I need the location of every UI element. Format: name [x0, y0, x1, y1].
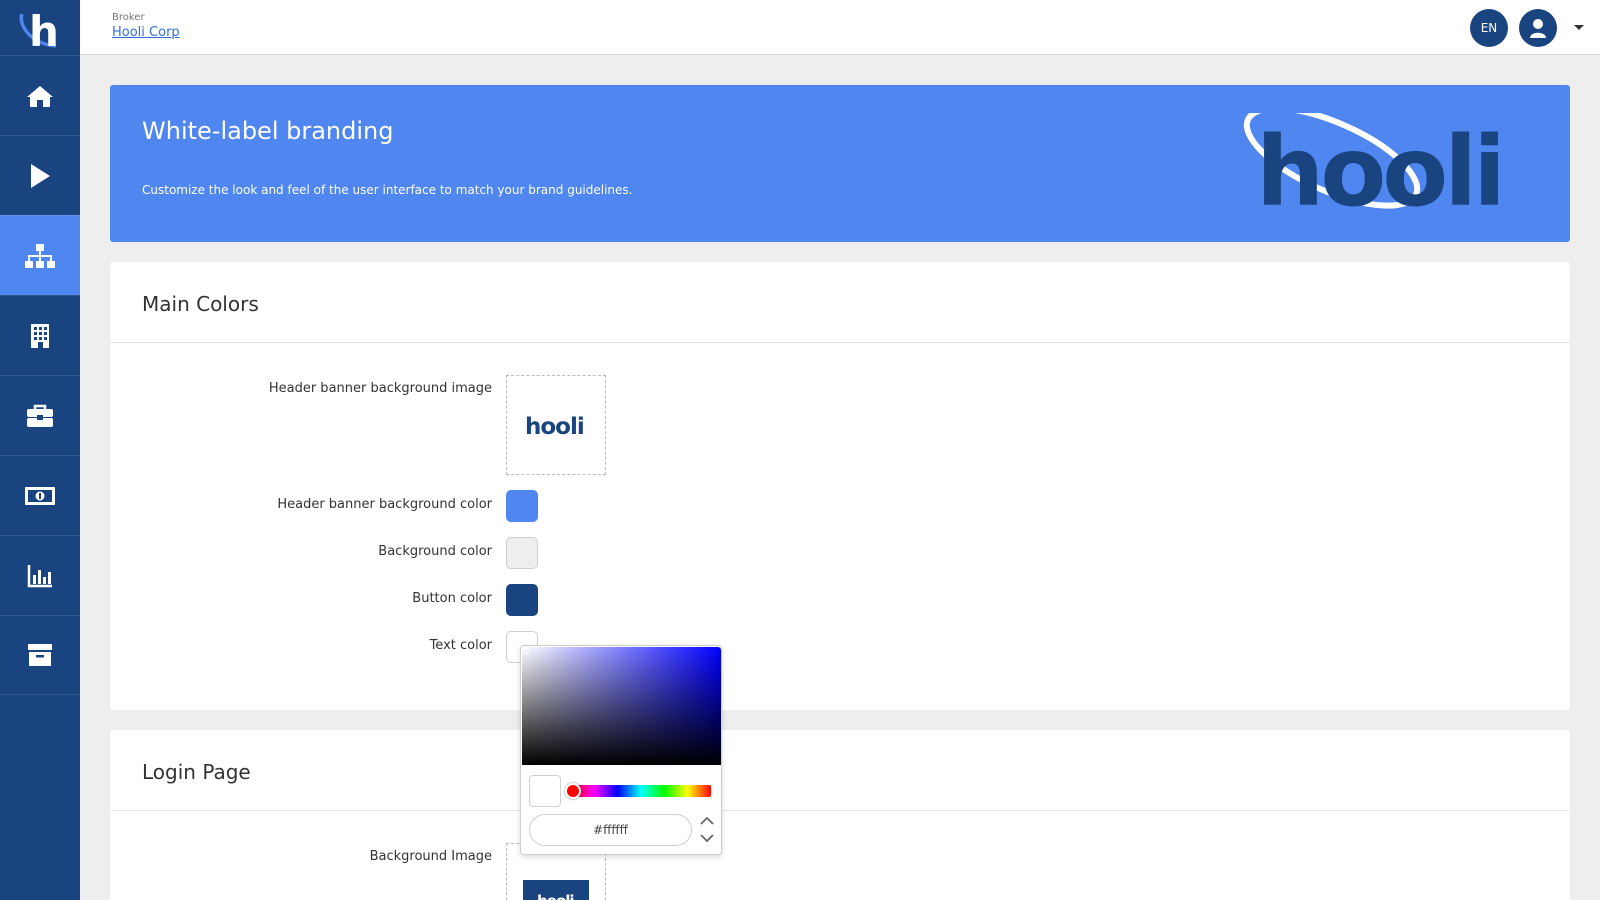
broker-link[interactable]: Hooli Corp — [112, 25, 180, 40]
top-bar: Broker Hooli Corp EN — [80, 0, 1600, 55]
sidebar-item-play[interactable] — [0, 135, 80, 215]
building-icon — [31, 323, 49, 348]
chart-icon — [27, 564, 52, 587]
login-background-image-label: Background Image — [369, 849, 492, 864]
sidebar: h — [0, 0, 80, 900]
header-color-label: Header banner background color — [277, 497, 492, 512]
header-banner: White-label branding Customize the look … — [110, 85, 1570, 242]
text-color-label: Text color — [429, 638, 492, 653]
broker-label: Broker — [112, 12, 145, 23]
main-colors-header: Main Colors — [110, 262, 1570, 343]
header-color-swatch[interactable] — [506, 490, 538, 522]
svg-text:h: h — [29, 7, 59, 50]
sidebar-item-archive[interactable] — [0, 615, 80, 695]
svg-text:hooli: hooli — [525, 414, 584, 440]
color-preview — [529, 775, 561, 807]
svg-text:hooli: hooli — [537, 892, 574, 900]
button-color-label: Button color — [412, 591, 492, 606]
sidebar-item-companies[interactable] — [0, 295, 80, 375]
sidebar-item-portfolio[interactable] — [0, 375, 80, 455]
background-color-label: Background color — [378, 544, 492, 559]
hooli-banner-logo: hooli — [1243, 113, 1506, 213]
sidebar-item-home[interactable] — [0, 55, 80, 135]
svg-text:hooli: hooli — [1256, 116, 1502, 213]
login-background-preview: hooli — [523, 880, 589, 900]
button-color-swatch[interactable] — [506, 584, 538, 616]
hue-slider[interactable] — [565, 783, 711, 799]
saturation-value-area[interactable] — [522, 647, 721, 765]
saturation-value-handle[interactable] — [523, 648, 529, 654]
login-page-title: Login Page — [142, 760, 251, 784]
sidebar-item-reports[interactable] — [0, 535, 80, 615]
background-color-swatch[interactable] — [506, 537, 538, 569]
page-subtitle: Customize the look and feel of the user … — [142, 183, 633, 197]
sidebar-item-billing[interactable] — [0, 455, 80, 535]
chevron-down-icon[interactable] — [1572, 22, 1586, 32]
user-icon — [1530, 19, 1546, 38]
app-logo[interactable]: h — [0, 0, 80, 55]
login-page-header: Login Page — [110, 730, 1570, 811]
page-title: White-label branding — [142, 117, 394, 145]
home-icon — [27, 85, 53, 107]
user-menu-button[interactable] — [1519, 9, 1557, 47]
login-page-card: Login Page Background Image hooli — [110, 730, 1570, 900]
main-colors-card: Main Colors Header banner background ima… — [110, 262, 1570, 710]
sidebar-item-organization[interactable] — [0, 215, 80, 295]
sitemap-icon — [25, 243, 55, 268]
color-picker-popover — [520, 645, 722, 855]
money-icon — [25, 486, 55, 505]
archive-icon — [28, 644, 52, 666]
main-colors-title: Main Colors — [142, 292, 259, 316]
hue-slider-handle[interactable] — [565, 783, 581, 799]
language-button[interactable]: EN — [1470, 9, 1508, 47]
hooli-logo-icon: h — [19, 7, 59, 50]
header-image-label: Header banner background image — [268, 381, 492, 396]
play-icon — [31, 163, 50, 188]
header-image-preview: hooli — [525, 414, 585, 440]
header-image-upload[interactable]: hooli — [506, 375, 606, 475]
hex-color-input[interactable] — [529, 814, 692, 846]
color-mode-toggle-icon[interactable] — [698, 813, 716, 847]
briefcase-icon — [27, 404, 53, 427]
